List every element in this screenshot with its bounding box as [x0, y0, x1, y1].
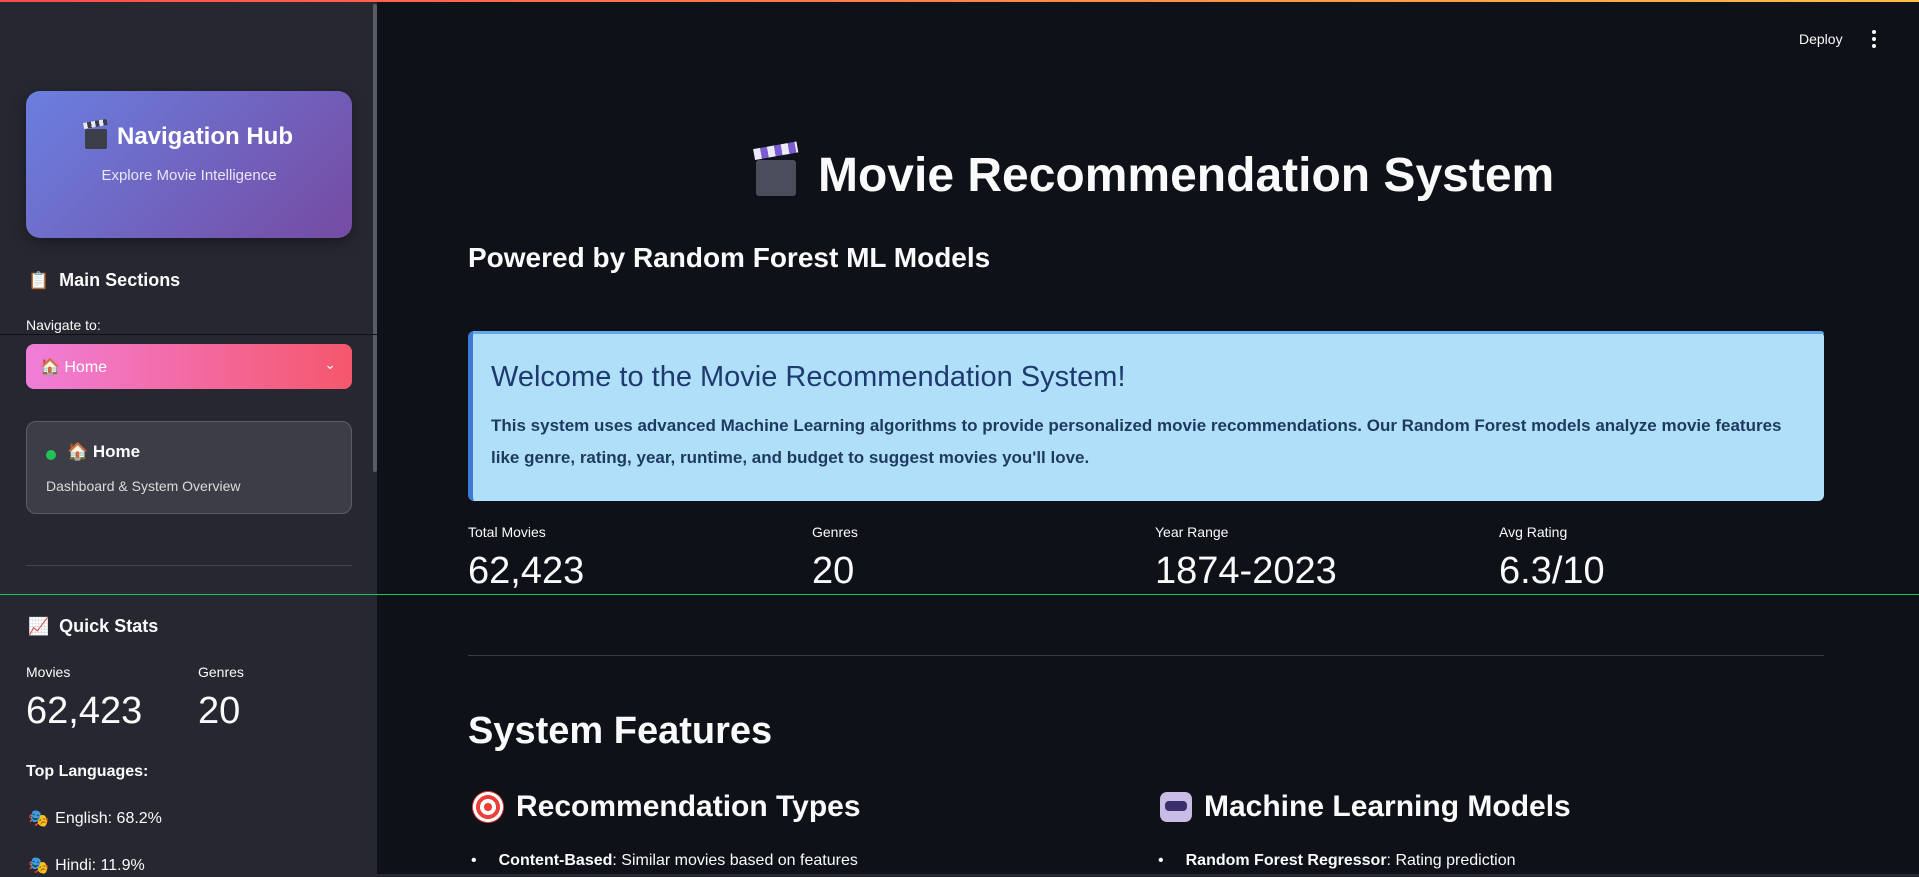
sidebar-overlay-line [0, 334, 377, 335]
top-accent-bar [0, 0, 1919, 2]
welcome-heading: Welcome to the Movie Recommendation Syst… [491, 361, 1126, 393]
quick-stat-label: Movies [26, 664, 71, 680]
performing-arts-icon: 🎭 [28, 856, 50, 876]
main-sections-title: Main Sections [59, 270, 181, 290]
sidebar: Navigation Hub Explore Movie Intelligenc… [0, 0, 377, 877]
welcome-info-box: Welcome to the Movie Recommendation Syst… [468, 331, 1824, 501]
hub-title: Navigation Hub [116, 123, 293, 150]
metric-label: Avg Rating [1499, 524, 1568, 540]
target-icon [472, 791, 504, 823]
clipboard-icon: 📋 [28, 270, 50, 291]
metric-label: Total Movies [468, 524, 546, 540]
page-title-row: Movie Recommendation System [756, 148, 1554, 203]
navigate-label: Navigate to: [26, 317, 101, 333]
more-options-icon[interactable] [1872, 30, 1876, 48]
metric-label: Year Range [1155, 524, 1229, 540]
page-select-value: 🏠 Home [40, 358, 108, 376]
chevron-down-icon: ⌄ [324, 356, 336, 372]
quick-stats-title: Quick Stats [59, 616, 159, 636]
status-dot-icon [46, 450, 56, 460]
chart-increasing-icon: 📈 [28, 616, 50, 637]
page-select[interactable]: 🏠 Home ⌄ [26, 344, 352, 389]
overlay-guide-line [0, 594, 1919, 595]
quick-stat-value: 20 [198, 690, 241, 732]
page-title: Movie Recommendation System [818, 149, 1555, 202]
language-item: 🎭 Hindi: 11.9% [28, 856, 145, 876]
top-languages-label: Top Languages: [26, 763, 149, 780]
list-item: • Random Forest Regressor: Rating predic… [1158, 852, 1516, 869]
robot-icon [1160, 792, 1192, 822]
clapperboard-icon [84, 129, 107, 149]
sidebar-divider [26, 565, 352, 566]
language-item: 🎭 English: 68.2% [28, 809, 162, 829]
current-page-title: 🏠 Home [67, 442, 141, 461]
welcome-body: This system uses advanced Machine Learni… [491, 416, 1782, 467]
quick-stat-label: Genres [198, 664, 244, 680]
clapperboard-icon [756, 159, 796, 196]
feature-heading: Machine Learning Models [1160, 790, 1571, 824]
quick-stats-heading: 📈 Quick Stats [28, 616, 158, 637]
system-features-heading: System Features [468, 710, 773, 752]
metric-value: 6.3/10 [1499, 550, 1605, 592]
list-item: • Content-Based: Similar movies based on… [471, 852, 858, 869]
quick-stat-value: 62,423 [26, 690, 143, 732]
metric-label: Genres [812, 524, 858, 540]
current-page-subtitle: Dashboard & System Overview [46, 478, 241, 494]
main-sections-heading: 📋 Main Sections [28, 270, 180, 291]
metric-value: 62,423 [468, 550, 585, 592]
hub-subtitle: Explore Movie Intelligence [101, 167, 277, 184]
section-divider [468, 655, 1824, 656]
navigation-hub-card: Navigation Hub Explore Movie Intelligenc… [26, 91, 352, 238]
performing-arts-icon: 🎭 [28, 809, 50, 829]
deploy-button[interactable]: Deploy [1799, 31, 1843, 47]
feature-heading: Recommendation Types [472, 790, 861, 824]
metric-value: 1874-2023 [1155, 550, 1337, 592]
current-page-card: 🏠 Home Dashboard & System Overview [26, 421, 352, 514]
page-subtitle: Powered by Random Forest ML Models [468, 242, 991, 273]
metric-value: 20 [812, 550, 855, 592]
sidebar-scrollbar[interactable] [373, 4, 377, 472]
